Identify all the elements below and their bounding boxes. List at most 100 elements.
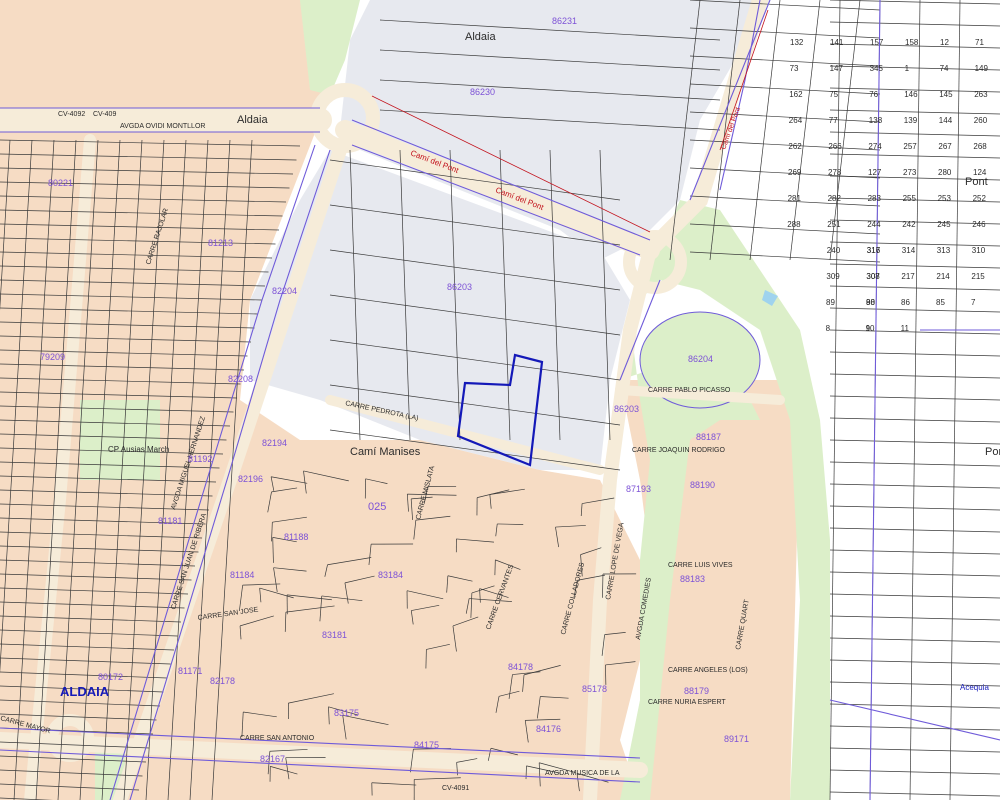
rural-parcel-number: 282 bbox=[828, 194, 842, 203]
ref-83181: 83181 bbox=[322, 630, 347, 640]
rural-parcel-number: 85 bbox=[936, 298, 945, 307]
rural-parcel-number: 240 bbox=[827, 246, 841, 255]
ref-82204: 82204 bbox=[272, 286, 297, 296]
rural-parcel-number: 257 bbox=[903, 142, 917, 151]
rural-parcel-number: 138 bbox=[869, 116, 883, 125]
rural-parcel-number: 145 bbox=[939, 90, 953, 99]
rural-parcel-number: 314 bbox=[902, 246, 916, 255]
rural-parcel-number: 252 bbox=[973, 194, 987, 203]
ref-85178: 85178 bbox=[582, 684, 607, 694]
rural-parcel-number: 273 bbox=[903, 168, 917, 177]
rural-parcel-number: 309 bbox=[826, 272, 840, 281]
rural-parcel-number: 268 bbox=[973, 142, 987, 151]
rural-parcel-number: 124 bbox=[973, 168, 987, 177]
label-carre-nuria: CARRE NURIA ESPERT bbox=[648, 699, 726, 706]
ref-82196: 82196 bbox=[238, 474, 263, 484]
rural-parcel-number: 263 bbox=[974, 90, 988, 99]
label-pont-2: Pont bbox=[985, 446, 1000, 458]
ref-86204: 86204 bbox=[688, 354, 713, 364]
ref-87193: 87193 bbox=[626, 484, 651, 494]
label-carre-rodrigo: CARRE JOAQUIN RODRIGO bbox=[632, 447, 726, 454]
rural-parcel-number: 244 bbox=[867, 220, 881, 229]
rural-parcel-number: 214 bbox=[936, 272, 950, 281]
label-pont: Pont bbox=[965, 176, 988, 188]
label-carre-santonio: CARRE SAN ANTONIO bbox=[240, 735, 315, 742]
ref-89171: 89171 bbox=[724, 734, 749, 744]
ref-84176: 84176 bbox=[536, 724, 561, 734]
rural-parcel-number: 157 bbox=[870, 38, 884, 47]
label-town-north: Aldaia bbox=[465, 31, 496, 43]
rural-parcel-number: 288 bbox=[787, 220, 801, 229]
rural-parcel-number: 245 bbox=[937, 220, 951, 229]
label-cv4092: CV-4092 bbox=[58, 111, 85, 118]
rural-parcel-number: 274 bbox=[868, 142, 882, 151]
ref-86203: 86203 bbox=[447, 282, 472, 292]
label-carre-vives: CARRE LUIS VIVES bbox=[668, 562, 733, 569]
ref-83175: 83175 bbox=[334, 708, 359, 718]
rural-parcel-number: 251 bbox=[827, 220, 841, 229]
ref-81184: 81184 bbox=[230, 570, 254, 580]
rural-parcel-number: 86 bbox=[901, 298, 910, 307]
ref-83184: 83184 bbox=[378, 570, 403, 580]
label-cp-ausias: CP Ausias March bbox=[108, 445, 169, 454]
rural-parcel-number: 88 bbox=[866, 298, 875, 307]
ref-025: 025 bbox=[368, 501, 386, 513]
rural-parcel-number: 267 bbox=[938, 142, 952, 151]
rural-parcel-number: 1 bbox=[905, 64, 910, 73]
rural-parcel-number: 217 bbox=[901, 272, 915, 281]
rural-parcel-number: 12 bbox=[940, 38, 949, 47]
rural-parcel-number: 281 bbox=[788, 194, 802, 203]
ref-81192: 81192 bbox=[188, 454, 212, 464]
rural-parcel-number: 283 bbox=[868, 194, 882, 203]
rural-parcel-number: 7 bbox=[971, 298, 976, 307]
rural-parcel-number: 158 bbox=[905, 38, 919, 47]
rural-parcel-number: 162 bbox=[789, 90, 803, 99]
rural-parcel-number: 141 bbox=[830, 38, 844, 47]
rural-parcel-number: 278 bbox=[828, 168, 842, 177]
rural-parcel-number: 255 bbox=[903, 194, 917, 203]
ref-82178: 82178 bbox=[210, 676, 235, 686]
ref-84175: 84175 bbox=[414, 740, 439, 750]
label-cv409: CV-409 bbox=[93, 111, 116, 118]
label-cami-manises: Camí Manises bbox=[350, 446, 421, 458]
rural-parcel-number: 89 bbox=[826, 298, 835, 307]
ref-79209: 79209 bbox=[40, 352, 65, 362]
ref-88190: 88190 bbox=[690, 480, 715, 490]
rural-parcel-number: 264 bbox=[789, 116, 803, 125]
ref-86231: 86231 bbox=[552, 16, 577, 26]
rural-parcel-number: 11 bbox=[901, 324, 910, 333]
ref-81171: 81171 bbox=[178, 666, 202, 676]
rural-parcel-number: 146 bbox=[904, 90, 918, 99]
rural-parcel-number: 139 bbox=[904, 116, 918, 125]
rural-parcel-number: 242 bbox=[902, 220, 916, 229]
ref-88183: 88183 bbox=[680, 574, 705, 584]
rural-parcel-number: 127 bbox=[868, 168, 882, 177]
ref-81181: 81181 bbox=[158, 516, 182, 526]
rural-parcel-number: 144 bbox=[939, 116, 953, 125]
rural-parcel-number: 132 bbox=[790, 38, 804, 47]
rural-parcel-number: 149 bbox=[975, 64, 989, 73]
rural-parcel-number: 313 bbox=[937, 246, 951, 255]
rural-parcel-number: 310 bbox=[972, 246, 986, 255]
label-avgda-musica: AVGDA MUSICA DE LA bbox=[545, 770, 620, 777]
rural-parcel-number: 71 bbox=[975, 38, 984, 47]
rural-parcel-number: 266 bbox=[828, 142, 842, 151]
ref-80221: 80221 bbox=[48, 178, 73, 188]
rural-parcel-number: 246 bbox=[972, 220, 986, 229]
label-cv4091: CV-4091 bbox=[442, 785, 469, 792]
ref-86230: 86230 bbox=[470, 87, 495, 97]
rural-parcel-number: 74 bbox=[940, 64, 949, 73]
rural-parcel-number: 77 bbox=[829, 116, 838, 125]
rural-parcel-number: 253 bbox=[938, 194, 952, 203]
ref-88179: 88179 bbox=[684, 686, 709, 696]
rural-parcel-number: 345 bbox=[870, 64, 884, 73]
ref-82167: 82167 bbox=[260, 754, 285, 764]
rural-parcel-number: 147 bbox=[830, 64, 844, 73]
rural-parcel-number: 75 bbox=[829, 90, 838, 99]
label-aldaia-road: Aldaia bbox=[237, 114, 268, 126]
ref-81188: 81188 bbox=[284, 532, 308, 542]
rural-parcel-number: 76 bbox=[869, 90, 878, 99]
label-carre-picasso: CARRE PABLO PICASSO bbox=[648, 387, 731, 394]
label-avgda-ovidi: AVGDA OVIDI MONTLLOR bbox=[120, 123, 205, 130]
cadastral-map[interactable]: Aldaia ALDAIA AVGDA OVIDI MONTLLOR Aldai… bbox=[0, 0, 1000, 800]
